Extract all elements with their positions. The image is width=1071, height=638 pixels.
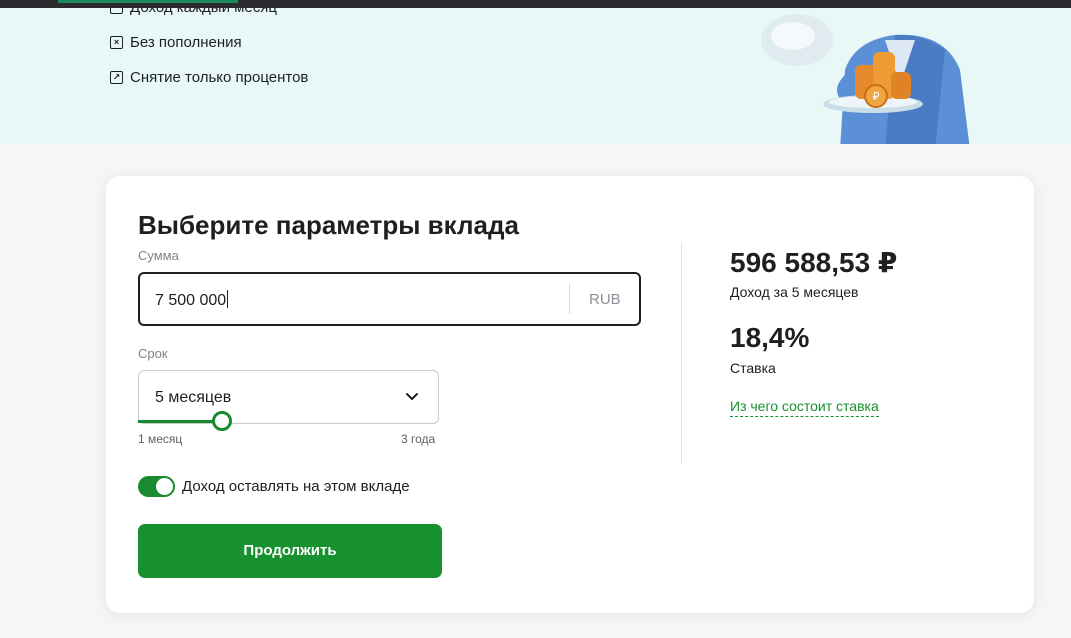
text-caret	[227, 290, 229, 308]
checkbox-icon	[110, 8, 123, 14]
feature-interest-withdrawal: ↗ Снятие только процентов	[110, 69, 308, 86]
deposit-calculator-card: Выберите параметры вклада Сумма 7 500 00…	[106, 176, 1034, 613]
rate-value: 18,4%	[730, 322, 810, 353]
column-divider	[681, 242, 682, 464]
amount-value[interactable]: 7 500 000	[155, 290, 229, 310]
toggle-knob	[156, 478, 173, 495]
term-max-label: 3 года	[401, 432, 436, 446]
rate-details-link[interactable]: Из чего состоит ставка	[730, 398, 879, 417]
feature-label: Доход каждый месяц	[130, 8, 277, 16]
amount-input[interactable]: 7 500 000 RUB	[138, 272, 641, 326]
chevron-down-icon	[406, 393, 418, 400]
feature-no-topup: × Без пополнения	[110, 34, 242, 51]
income-caption: Доход за 5 месяцев	[730, 284, 859, 300]
mascot-with-coins-illustration: ₽	[761, 14, 970, 144]
svg-text:₽: ₽	[873, 90, 880, 103]
term-slider-fill	[138, 420, 222, 423]
reinvest-label: Доход оставлять на этом вкладе	[182, 478, 410, 495]
currency-label: RUB	[589, 291, 621, 308]
close-box-icon: ×	[110, 36, 123, 49]
feature-label: Снятие только процентов	[130, 69, 309, 86]
hero-banner: Доход каждый месяц × Без пополнения ↗ Сн…	[0, 8, 1071, 144]
term-value: 5 месяцев	[155, 389, 232, 406]
amount-label: Сумма	[138, 248, 179, 263]
rate-caption: Ставка	[730, 360, 776, 376]
term-min-label: 1 месяц	[138, 432, 183, 446]
browser-top-bar	[0, 0, 1071, 8]
term-select[interactable]: 5 месяцев	[138, 370, 439, 424]
active-tab-indicator	[58, 0, 238, 3]
feature-monthly-income: Доход каждый месяц	[110, 8, 277, 16]
term-label: Срок	[138, 346, 168, 361]
feature-label: Без пополнения	[130, 34, 242, 51]
income-amount: 596 588,53 ₽	[730, 247, 898, 278]
reinvest-toggle[interactable]	[138, 476, 175, 497]
arrow-out-box-icon: ↗	[110, 71, 123, 84]
continue-button[interactable]: Продолжить	[138, 524, 442, 578]
page-title: Выберите параметры вклада	[138, 210, 519, 240]
term-slider-handle[interactable]	[212, 411, 232, 431]
currency-divider	[569, 284, 570, 314]
